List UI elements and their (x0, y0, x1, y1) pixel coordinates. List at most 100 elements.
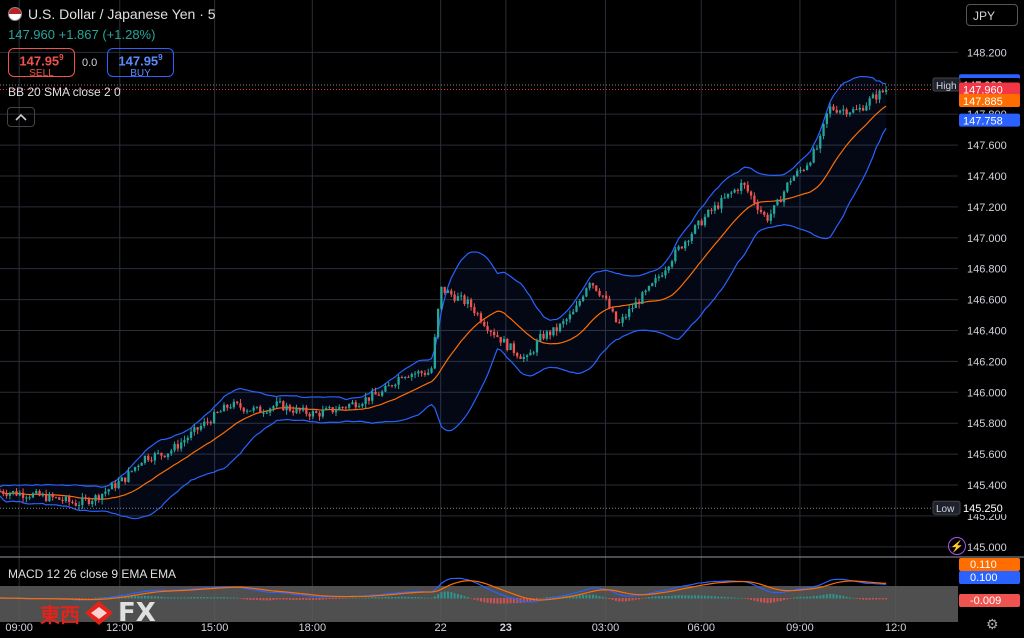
macd-hist-bar (344, 598, 347, 599)
candle-body (680, 246, 684, 249)
macd-hist-bar (835, 594, 838, 599)
macd-hist-bar (374, 597, 377, 599)
macd-hist-bar (285, 598, 288, 600)
candle-body (878, 90, 881, 100)
candle-body (285, 405, 288, 411)
candle-body (423, 373, 427, 375)
collapse-button[interactable] (7, 107, 35, 127)
macd-hist-bar (335, 598, 338, 600)
macd-hist-bar (470, 598, 473, 599)
candle-body (628, 308, 631, 317)
candle-body (726, 193, 730, 198)
candle-body (384, 385, 387, 392)
chart-canvas[interactable]: 148.200147.800147.600147.400147.200147.0… (0, 0, 1024, 638)
candle-body (41, 494, 44, 496)
macd-hist-bar (855, 598, 858, 599)
buy-button[interactable]: 147.959 BUY (107, 48, 174, 79)
candle-body (348, 404, 351, 408)
lightning-icon[interactable]: ⚡ (948, 537, 966, 555)
macd-indicator-label[interactable]: MACD 12 26 close 9 EMA EMA (8, 567, 176, 581)
macd-hist-bar (308, 598, 311, 601)
candle-body (812, 148, 815, 163)
macd-hist-bar (213, 597, 216, 599)
macd-hist-bar (740, 597, 743, 599)
y-tick-label: 146.600 (967, 295, 1007, 307)
macd-hist-bar (279, 598, 282, 600)
candle-body (881, 90, 885, 92)
sell-button[interactable]: 147.959 SELL (8, 48, 75, 79)
candle-body (542, 333, 545, 339)
settings-gear-icon[interactable]: ⚙ (986, 616, 999, 633)
macd-hist-bar (216, 597, 219, 599)
candle-body (203, 421, 206, 426)
candle-body (588, 283, 591, 289)
candle-body (436, 308, 440, 338)
macd-value-label: 0.110 (970, 559, 997, 571)
candle-body (232, 401, 236, 408)
macd-hist-bar (720, 596, 723, 599)
candle-body (525, 355, 529, 357)
candle-body (315, 411, 318, 413)
macd-hist-bar (687, 595, 690, 599)
candle-body (410, 374, 413, 378)
candle-body (77, 504, 81, 506)
candle-body (614, 311, 618, 323)
macd-hist-bar (450, 592, 453, 599)
candle-body (374, 391, 377, 395)
candle-body (222, 404, 226, 412)
candle-body (124, 477, 127, 482)
macd-hist-bar (239, 598, 242, 599)
candle-body (318, 412, 321, 417)
candle-body (446, 290, 450, 293)
candle-body (697, 220, 700, 226)
candle-body (186, 437, 189, 441)
macd-hist-bar (825, 594, 828, 599)
candle-body (28, 497, 31, 499)
macd-hist-bar (331, 598, 334, 600)
macd-hist-bar (542, 597, 545, 599)
macd-hist-bar (381, 597, 384, 599)
candle-body (805, 165, 809, 170)
candle-body (861, 107, 865, 111)
bb-indicator-label[interactable]: BB 20 SMA close 2 0 (8, 85, 121, 99)
candle-body (219, 411, 222, 413)
candle-body (466, 299, 469, 305)
candle-body (637, 301, 641, 304)
us-jp-flag-icon (8, 7, 22, 21)
currency-selector[interactable]: JPY (966, 4, 1018, 26)
macd-hist-bar (868, 598, 871, 600)
macd-hist-bar (631, 598, 634, 601)
candle-body (328, 407, 331, 409)
buy-price: 147.95 (118, 53, 159, 69)
macd-hist-bar (269, 598, 272, 601)
candle-body (492, 331, 496, 336)
macd-hist-bar (779, 598, 782, 602)
macd-hist-bar (773, 598, 776, 603)
candle-body (183, 440, 186, 443)
candle-body (259, 406, 262, 413)
candle-body (687, 240, 690, 242)
macd-hist-bar (733, 597, 736, 599)
macd-hist-bar (183, 597, 186, 599)
candle-body (825, 113, 829, 124)
candle-body (117, 481, 120, 488)
macd-hist-bar (209, 597, 212, 599)
candle-body (740, 182, 743, 191)
candle-body (433, 337, 436, 369)
macd-hist-bar (473, 598, 476, 600)
macd-hist-bar (486, 598, 489, 603)
macd-hist-bar (433, 596, 436, 599)
candle-body (173, 443, 176, 451)
x-tick-label: 18:00 (299, 622, 327, 634)
candle-body (209, 422, 212, 424)
macd-hist-bar (684, 595, 687, 599)
candle-body (782, 191, 786, 203)
x-tick-label: 23 (500, 622, 512, 634)
macd-hist-bar (190, 597, 193, 599)
x-tick-label: 09:00 (5, 622, 33, 634)
macd-hist-bar (806, 596, 809, 599)
macd-hist-bar (358, 597, 361, 599)
macd-hist-bar (657, 596, 660, 599)
macd-hist-bar (479, 598, 482, 602)
macd-hist-bar (503, 598, 506, 604)
